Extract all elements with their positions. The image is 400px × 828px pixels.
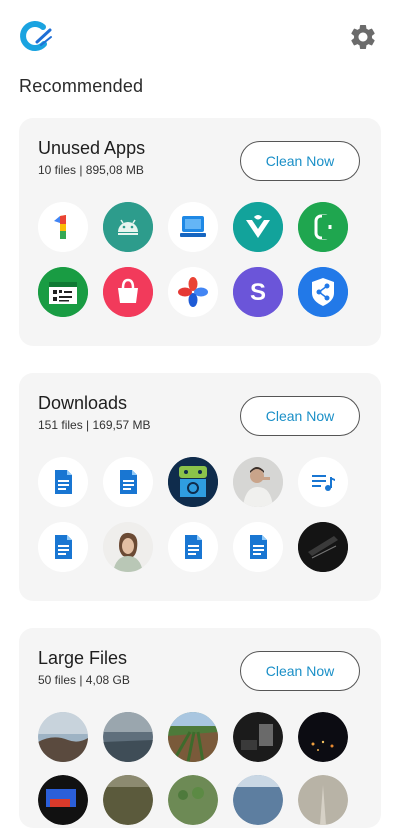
woman-portrait-thumbnail[interactable] — [103, 522, 153, 572]
qr-scanner-icon[interactable] — [38, 267, 88, 317]
skype-s-icon[interactable]: S — [233, 267, 283, 317]
card-subtitle: 50 files | 4,08 GB — [38, 673, 130, 687]
path-photo[interactable] — [298, 775, 348, 825]
sea-surface-photo[interactable] — [233, 775, 283, 825]
shopping-bag-icon[interactable] — [103, 267, 153, 317]
document-icon[interactable] — [38, 522, 88, 572]
unused-apps-card[interactable]: Unused Apps 10 files | 895,08 MB Clean N… — [19, 118, 381, 346]
clean-now-button[interactable]: Clean Now — [240, 396, 360, 436]
dark-photo-thumbnail[interactable] — [298, 522, 348, 572]
man-portrait-thumbnail[interactable] — [233, 457, 283, 507]
stage-photo[interactable] — [38, 775, 88, 825]
card-title: Downloads — [38, 393, 128, 413]
rocky-shore-photo[interactable] — [38, 712, 88, 762]
clean-now-button[interactable]: Clean Now — [240, 141, 360, 181]
large-files-card[interactable]: Large Files 50 files | 4,08 GB Clean Now — [19, 628, 381, 828]
document-icon[interactable] — [103, 457, 153, 507]
card-title: Unused Apps — [38, 138, 146, 158]
card-subtitle: 151 files | 169,57 MB — [38, 418, 151, 432]
top-bar — [0, 0, 400, 70]
android-apk-thumbnail[interactable] — [168, 457, 218, 507]
audio-file-icon[interactable] — [298, 457, 348, 507]
pinwheel-icon[interactable] — [168, 267, 218, 317]
vegetable-garden-photo[interactable] — [168, 775, 218, 825]
android-icon[interactable] — [103, 202, 153, 252]
dark-room-photo[interactable] — [233, 712, 283, 762]
dry-grass-photo[interactable] — [103, 775, 153, 825]
section-title-recommended: Recommended — [19, 76, 144, 96]
phone-call-icon[interactable] — [298, 202, 348, 252]
document-icon[interactable] — [38, 457, 88, 507]
google-one-icon[interactable] — [38, 202, 88, 252]
app-logo-icon[interactable] — [17, 18, 53, 54]
night-city-photo[interactable] — [298, 712, 348, 762]
card-subtitle: 10 files | 895,08 MB — [38, 163, 144, 177]
downloads-card[interactable]: Downloads 151 files | 169,57 MB Clean No… — [19, 373, 381, 601]
card-title: Large Files — [38, 648, 128, 668]
sea-photo[interactable] — [103, 712, 153, 762]
monitor-app-icon[interactable] — [168, 202, 218, 252]
share-shield-icon[interactable] — [298, 267, 348, 317]
document-icon[interactable] — [168, 522, 218, 572]
document-icon[interactable] — [233, 522, 283, 572]
svg-text:S: S — [250, 279, 266, 306]
clean-now-button[interactable]: Clean Now — [240, 651, 360, 691]
vector-v-icon[interactable] — [233, 202, 283, 252]
field-photo[interactable] — [168, 712, 218, 762]
settings-gear-icon[interactable] — [348, 22, 378, 52]
